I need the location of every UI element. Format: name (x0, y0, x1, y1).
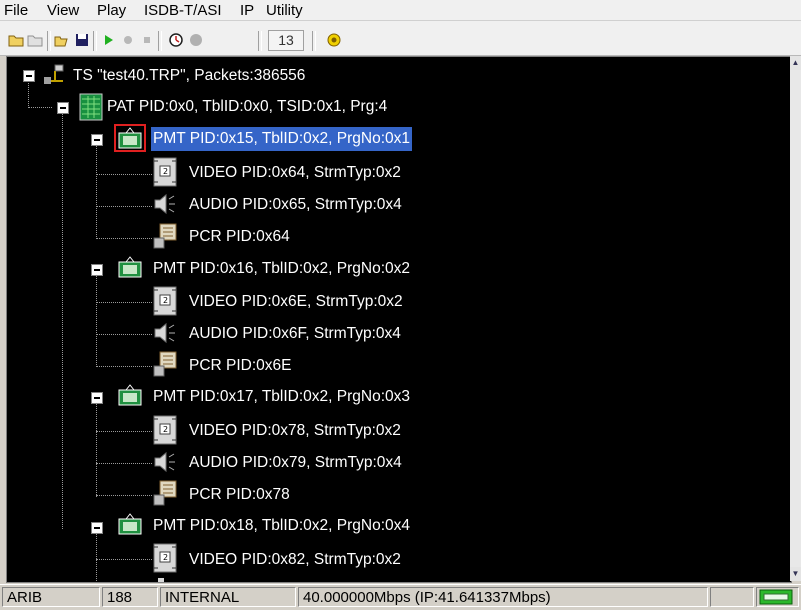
audio-stream-icon (152, 575, 178, 582)
tree-item-ts[interactable]: TS "test40.TRP", Packets:386556 (71, 64, 307, 88)
menu-isdbt-asi[interactable]: ISDB-T/ASI (144, 2, 222, 19)
tree-item-video-2[interactable]: VIDEO PID:0x6E, StrmTyp:0x2 (187, 290, 405, 314)
tree-item-pmt-1[interactable]: PMT PID:0x15, TblID:0x2, PrgNo:0x1 (151, 127, 413, 151)
toolbar-separator (312, 31, 316, 51)
status-empty-pane (710, 587, 754, 607)
stop-icon[interactable] (139, 32, 155, 48)
tree-connector (96, 139, 97, 239)
open-folder-icon[interactable] (8, 32, 24, 48)
tree-connector (96, 495, 152, 496)
pcr-clock-icon (152, 350, 180, 383)
timer-icon[interactable] (168, 32, 184, 48)
tree-connector (96, 238, 152, 239)
tree-item-pat[interactable]: PAT PID:0x0, TblID:0x0, TSID:0x1, Prg:4 (105, 95, 389, 119)
menu-ip[interactable]: IP (240, 2, 254, 19)
folder-icon[interactable] (27, 32, 43, 48)
toolbar-separator (158, 31, 162, 51)
status-indicator-pane (756, 587, 799, 607)
tree-connector (96, 206, 152, 207)
collapse-toggle[interactable] (91, 392, 103, 404)
status-standard: ARIB (2, 587, 100, 607)
collapse-toggle[interactable] (57, 102, 69, 114)
scroll-down-arrow-icon[interactable]: ▼ (790, 567, 801, 581)
menu-file[interactable]: File (4, 2, 28, 19)
pcr-clock-icon (152, 222, 180, 255)
tree-connector (96, 366, 152, 367)
audio-stream-icon (152, 449, 178, 480)
pat-table-icon (79, 93, 103, 126)
tree-connector (96, 431, 152, 432)
menu-play[interactable]: Play (97, 2, 126, 19)
tree-item-pmt-3[interactable]: PMT PID:0x17, TblID:0x2, PrgNo:0x3 (151, 385, 412, 409)
tree-item-audio-2[interactable]: AUDIO PID:0x6F, StrmTyp:0x4 (187, 322, 403, 346)
signal-indicator-icon (759, 589, 793, 606)
toolbar: 13 (0, 21, 801, 56)
status-bar: ARIB 188 INTERNAL 40.000000Mbps (IP:41.6… (0, 584, 801, 610)
tree-connector (96, 174, 152, 175)
circle-icon[interactable] (188, 32, 204, 48)
status-clock-source: INTERNAL (160, 587, 296, 607)
tree-connector (96, 269, 97, 367)
collapse-toggle[interactable] (91, 134, 103, 146)
tree-connector (96, 527, 97, 582)
video-stream-icon: 2 (152, 415, 178, 450)
collapse-toggle[interactable] (23, 70, 35, 82)
open-file-icon[interactable] (54, 32, 70, 48)
tv-program-icon (113, 380, 147, 415)
collapse-toggle[interactable] (91, 264, 103, 276)
tree-connector (62, 107, 63, 529)
toolbar-separator (258, 31, 262, 51)
menu-utility[interactable]: Utility (266, 2, 303, 19)
audio-stream-icon (152, 320, 178, 351)
status-bitrate: 40.000000Mbps (IP:41.641337Mbps) (298, 587, 708, 607)
network-icon (43, 63, 67, 92)
collapse-toggle[interactable] (91, 522, 103, 534)
record-icon[interactable] (120, 32, 136, 48)
tv-program-icon (113, 252, 147, 287)
pcr-clock-icon (152, 479, 180, 512)
settings-icon[interactable] (326, 32, 342, 48)
tree-connector (96, 302, 152, 303)
tree-item-pmt-4[interactable]: PMT PID:0x18, TblID:0x2, PrgNo:0x4 (151, 514, 412, 538)
tree-item-pcr-1[interactable]: PCR PID:0x64 (187, 225, 292, 249)
tree-connector (96, 334, 152, 335)
save-icon[interactable] (74, 32, 90, 48)
tree-item-video-4[interactable]: VIDEO PID:0x82, StrmTyp:0x2 (187, 548, 403, 572)
svg-text:2: 2 (163, 425, 168, 434)
svg-text:2: 2 (163, 553, 168, 562)
svg-text:2: 2 (163, 296, 168, 305)
video-stream-icon: 2 (152, 157, 178, 192)
tree-item-pmt-2[interactable]: PMT PID:0x16, TblID:0x2, PrgNo:0x2 (151, 257, 412, 281)
tree-connector (96, 559, 152, 560)
scroll-up-arrow-icon[interactable]: ▲ (790, 56, 801, 70)
menu-bar: File View Play ISDB-T/ASI IP Utility (0, 0, 801, 21)
audio-stream-icon (152, 191, 178, 222)
tree-item-audio-3[interactable]: AUDIO PID:0x79, StrmTyp:0x4 (187, 451, 404, 475)
video-stream-icon: 2 (152, 543, 178, 578)
tree-connector (28, 107, 52, 108)
tree-item-pcr-3[interactable]: PCR PID:0x78 (187, 483, 292, 507)
toolbar-separator (93, 31, 97, 51)
tree-item-video-3[interactable]: VIDEO PID:0x78, StrmTyp:0x2 (187, 419, 403, 443)
video-stream-icon: 2 (152, 286, 178, 321)
tv-program-icon (113, 123, 147, 158)
stream-tree-view[interactable]: TS "test40.TRP", Packets:386556 PAT PID:… (6, 56, 792, 583)
toolbar-separator (47, 31, 51, 51)
tree-item-pcr-2[interactable]: PCR PID:0x6E (187, 354, 294, 378)
play-icon[interactable] (100, 32, 116, 48)
svg-text:2: 2 (163, 167, 168, 176)
tree-item-video-1[interactable]: VIDEO PID:0x64, StrmTyp:0x2 (187, 161, 403, 185)
tree-item-audio-1[interactable]: AUDIO PID:0x65, StrmTyp:0x4 (187, 193, 404, 217)
number-field[interactable]: 13 (268, 30, 304, 51)
status-packet-size: 188 (102, 587, 158, 607)
tree-connector (96, 463, 152, 464)
tv-program-icon (113, 509, 147, 544)
tree-connector (96, 397, 97, 497)
vertical-scrollbar[interactable]: ▲ ▼ (790, 56, 801, 581)
menu-view[interactable]: View (47, 2, 79, 19)
